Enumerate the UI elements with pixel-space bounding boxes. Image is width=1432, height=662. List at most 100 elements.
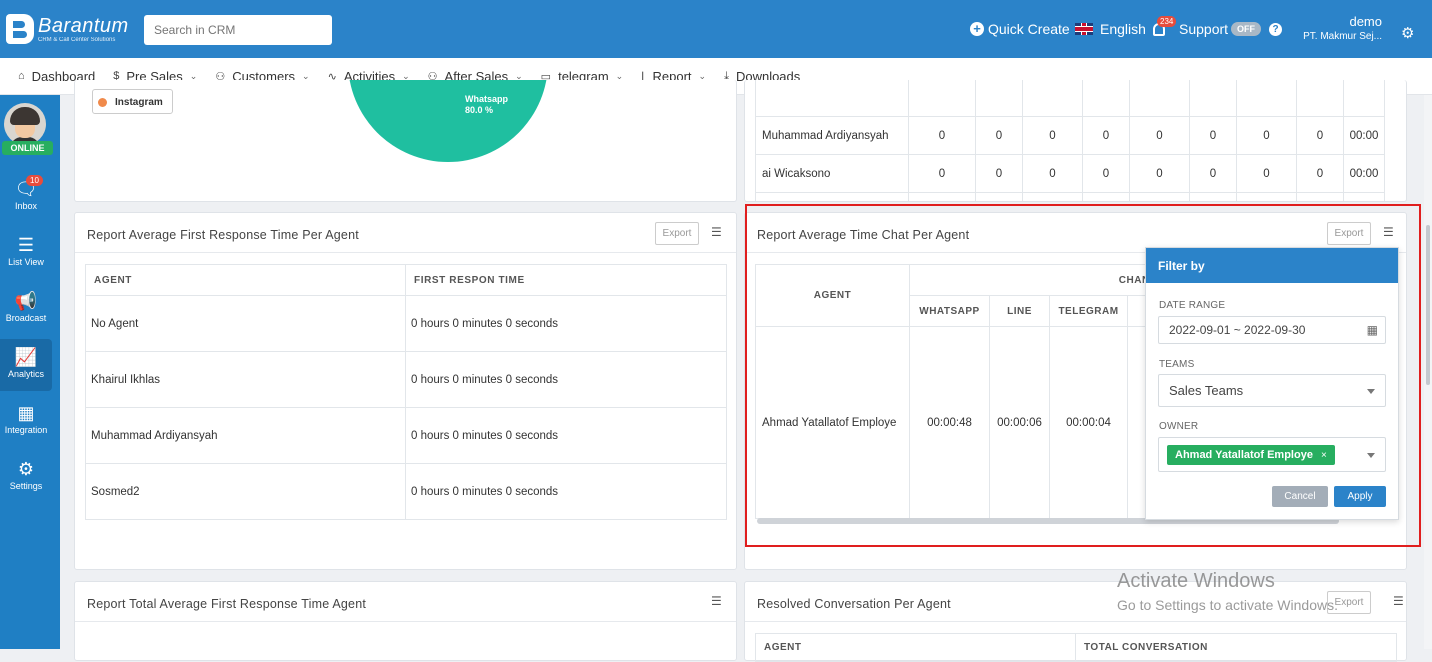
pie-slice-percent: 80.0 % (465, 105, 494, 115)
time-cell: 00:00 (1343, 116, 1385, 155)
date-range-input[interactable]: 2022-09-01 ~ 2022-09-30 ▦ (1158, 316, 1386, 344)
sidebar-item-analytics[interactable]: 📈 Analytics (0, 339, 52, 391)
value-cell: 0 (1082, 116, 1130, 155)
table-row: Khairul Ikhlas 0 hours 0 minutes 0 second… (85, 351, 727, 408)
scrollbar-thumb[interactable] (1426, 225, 1430, 385)
support-toggle-state[interactable]: OFF (1231, 22, 1262, 36)
filter-icon[interactable]: ☰ (711, 594, 722, 608)
support-toggle[interactable]: Support OFF (1179, 0, 1262, 58)
value-cell: 0 (1236, 154, 1297, 193)
filter-popover: Filter by DATE RANGE 2022-09-01 ~ 2022-0… (1145, 247, 1399, 520)
page-scrollbar[interactable] (1424, 95, 1432, 649)
teams-select[interactable]: Sales Teams (1158, 374, 1386, 407)
cancel-button[interactable]: Cancel (1272, 486, 1328, 507)
value-cell: 0 (1189, 116, 1237, 155)
value-cell: 0 (1189, 154, 1237, 193)
panel-title: Report Average First Response Time Per A… (75, 213, 736, 253)
chevron-down-icon (1367, 452, 1375, 458)
quick-create-label: Quick Create (988, 21, 1070, 37)
grid-icon: ▦ (17, 403, 35, 423)
help-icon: ? (1269, 22, 1282, 36)
time-cell: 0 hours 0 minutes 0 seconds (405, 351, 727, 408)
agent-stats-table: Muhammad Ardiyansyah 0 0 0 0 0 0 0 0 00:… (755, 80, 1385, 201)
sidebar: ONLINE 🗨 Inbox 10 ☰ List View 📢 Broadcas… (0, 95, 60, 649)
watermark-line1: Activate Windows (1117, 570, 1275, 592)
value-cell: 0 (975, 116, 1023, 155)
agent-stats-panel: Muhammad Ardiyansyah 0 0 0 0 0 0 0 0 00:… (744, 80, 1407, 202)
remove-tag-icon[interactable]: × (1321, 450, 1327, 461)
gear-icon[interactable]: ⚙ (1401, 24, 1414, 42)
table-row: No Agent 0 hours 0 minutes 0 seconds (85, 295, 727, 352)
logo-name: Barantum (38, 14, 129, 37)
sidebar-item-broadcast[interactable]: 📢 Broadcast (0, 283, 52, 335)
time-cell: 0 hours 0 minutes 0 seconds (405, 295, 727, 352)
pie-slice-whatsapp (349, 80, 547, 162)
sidebar-item-list-view[interactable]: ☰ List View (0, 227, 52, 279)
plus-circle-icon: + (970, 22, 984, 36)
inbox-badge: 10 (26, 175, 43, 186)
date-range-label: DATE RANGE (1159, 300, 1226, 311)
notification-button[interactable] (1153, 0, 1165, 58)
home-icon: ⌂ (18, 70, 25, 82)
sidebar-item-label: Broadcast (5, 313, 47, 323)
column-header[interactable]: AGENT (85, 264, 406, 296)
sidebar-item-settings[interactable]: ⚙ Settings (0, 451, 52, 503)
filter-icon[interactable]: ☰ (711, 225, 722, 239)
table-row: Muhammad Ardiyansyah 0 hours 0 minutes 0 … (85, 407, 727, 464)
uk-flag-icon (1075, 23, 1093, 35)
value-cell: 0 (1022, 154, 1083, 193)
value-cell: 0 (975, 154, 1023, 193)
column-header[interactable]: TOTAL CONVERSATION (1075, 633, 1397, 662)
sidebar-item-label: List View (8, 257, 44, 267)
panel-title: Report Total Average First Response Time… (75, 582, 736, 622)
logo[interactable]: Barantum CRM & Call Center Solutions (6, 14, 129, 44)
first-response-table: AGENT FIRST RESPON TIME No Agent 0 hours … (85, 264, 727, 520)
value-cell: 0 (908, 154, 976, 193)
value-cell: 0 (1129, 116, 1190, 155)
export-button[interactable]: Export (655, 222, 699, 245)
agent-cell: Sosmed2 (85, 463, 406, 520)
value-cell: 0 (1296, 116, 1344, 155)
resolved-table: AGENT TOTAL CONVERSATION (755, 633, 1397, 662)
windows-watermark: Activate Windows Go to Settings to activ… (1117, 570, 1338, 613)
channel-pie-panel: Whatsapp 80.0 % Instagram (74, 80, 737, 202)
filter-icon[interactable]: ☰ (1393, 594, 1404, 608)
analytics-icon: 📈 (14, 347, 38, 367)
logo-mark-icon (6, 14, 34, 44)
search-input[interactable] (144, 15, 332, 45)
value-cell: 0 (1296, 154, 1344, 193)
apply-button[interactable]: Apply (1334, 486, 1386, 507)
value-cell: 0 (1022, 116, 1083, 155)
table-row: ai Wicaksono 0 0 0 0 0 0 0 0 00:00 (755, 154, 1385, 193)
notification-badge: 234 (1157, 16, 1177, 27)
avatar[interactable] (4, 103, 46, 145)
owner-tag[interactable]: Ahmad Yatallatof Employe × (1167, 444, 1335, 465)
user-menu[interactable]: demo PT. Makmur Sej... (1290, 14, 1382, 42)
sidebar-item-integration[interactable]: ▦ Integration (0, 395, 52, 447)
time-cell: 00:00 (1343, 154, 1385, 193)
legend-dot (98, 98, 107, 107)
column-header[interactable]: FIRST RESPON TIME (405, 264, 727, 296)
table-row: Sosmed2 0 hours 0 minutes 0 seconds (85, 463, 727, 520)
help-button[interactable]: ? (1269, 0, 1282, 58)
megaphone-icon: 📢 (14, 291, 38, 311)
agent-cell: No Agent (85, 295, 406, 352)
total-average-panel: Report Total Average First Response Time… (74, 581, 737, 661)
owner-label: OWNER (1159, 421, 1199, 432)
status-badge[interactable]: ONLINE (2, 141, 53, 155)
language-selector[interactable]: English (1075, 0, 1146, 58)
quick-create-button[interactable]: + Quick Create (970, 0, 1070, 58)
user-company: PT. Makmur Sej... (1303, 31, 1382, 42)
value-cell: 0 (1129, 154, 1190, 193)
column-header[interactable]: AGENT (755, 633, 1076, 662)
logo-tagline: CRM & Call Center Solutions (38, 36, 116, 43)
filter-title: Filter by (1146, 248, 1398, 283)
user-name: demo (1349, 14, 1382, 29)
legend-chip-instagram[interactable]: Instagram (92, 89, 173, 114)
chevron-down-icon (1367, 388, 1375, 394)
value-cell: 0 (1236, 116, 1297, 155)
time-cell: 0 hours 0 minutes 0 seconds (405, 407, 727, 464)
owner-select[interactable]: Ahmad Yatallatof Employe × (1158, 437, 1386, 472)
agent-name-cell: ai Wicaksono (755, 154, 909, 193)
watermark-line2: Go to Settings to activate Windows. (1117, 597, 1338, 613)
